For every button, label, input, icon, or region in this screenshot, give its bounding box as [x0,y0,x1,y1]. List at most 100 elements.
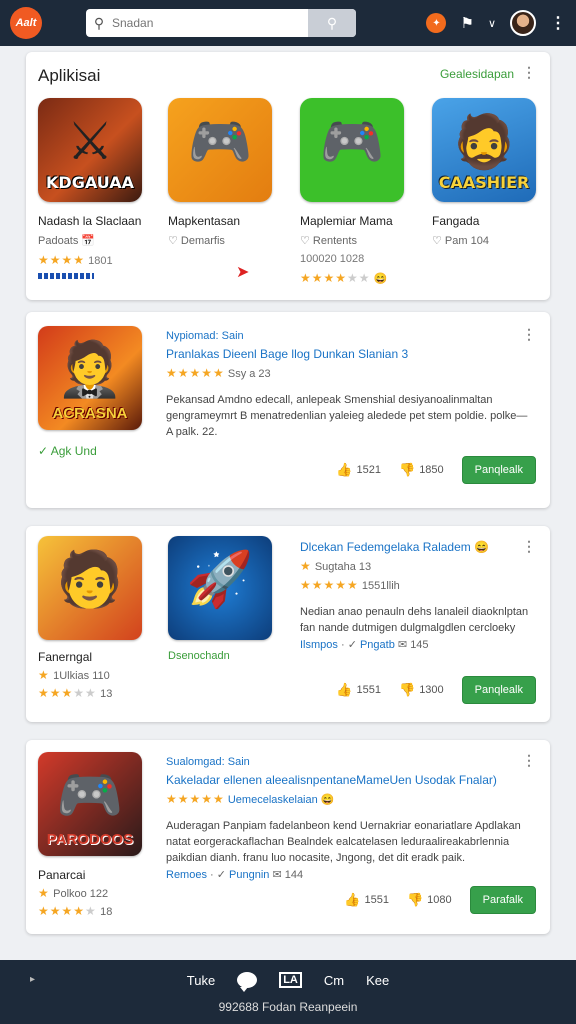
featured-description: Auderagan Panpiam fadelanbeon kend Uerna… [166,820,521,864]
top-bar: Aalt ⚲ ⚲ ✦ ⚑ ∨ ⋮ [0,0,576,46]
chat-icon[interactable] [237,972,258,992]
hero-icon: 🧑 [56,549,124,610]
featured-app-icon-label: ACRASNA [52,405,128,422]
rocket-icon: 🚀 [186,549,254,610]
featured-app-icon-label: PARODOOS [46,831,134,848]
featured-app-icon[interactable]: 🤵 ACRASNA [38,326,142,430]
app-sub: ★ Polkoo 122 [38,886,109,900]
featured-meta: Remoes · ✓ Pungnin ✉ 144 [166,869,304,881]
apps-card: Aplikisai Gealesidapan ⋮ ⚔ KDGAUAA Nadas… [26,52,550,300]
thumbs-down-icon: 👎 [406,892,424,907]
nav-item-cm[interactable]: Cm [324,973,344,988]
featured-rating: ★★★★★ 1551llih [300,578,400,592]
app-sub: ★ 1Ulkias 110 [38,668,110,682]
warrior-icon: 🤵 [56,339,124,400]
app-tile[interactable]: ⚔ KDGAUAA Nadash la Slaclaan Padoats 📅 ★… [38,98,156,279]
flag-icon[interactable]: ⚑ [460,14,473,32]
app-rating: ★★★★★ 13 [38,686,113,700]
featured-label: Nypiomad: Sain [166,330,244,342]
nav-item-la[interactable]: LA [279,972,302,988]
app-rating: ★★★★ 1801 [38,253,113,267]
app-developer: ♡ Rentents [300,235,357,247]
star-rating: ★★★★★★ 😄 [300,271,388,285]
nav-item-kee[interactable]: Kee [366,973,389,988]
app-icon[interactable]: ⚔ KDGAUAA [38,98,142,202]
install-button[interactable]: Parafalk [469,886,536,914]
app-developer: ♡ Pam 104 [432,235,489,247]
app-rating: 100020 1028 [300,253,365,265]
chevron-down-icon[interactable]: ∨ [488,17,496,30]
app-name: Nadash la Slaclaan [38,214,142,228]
featured-caption[interactable]: ✓ Agk Und [38,444,97,458]
dislike-button[interactable]: 👎 1300 [399,682,444,698]
app-rating: ★★★★★ 18 [38,904,113,918]
gamepad-icon: 🎮 [187,113,253,172]
thumbs-down-icon: 👎 [399,682,416,697]
rifle-icon: ⚔ [66,112,114,171]
apps-section-title: Aplikisai [38,66,101,85]
featured-description: Nedian anao penauln dehs lanaleil diaokn… [300,606,529,634]
app-developer: ♡ Demarfis [168,235,225,247]
featured-app-card: 🤵 ACRASNA ⋮ Nypiomad: Sain Pranlakas Die… [26,312,550,508]
thumbs-down-icon: 👎 [399,462,416,477]
featured-app-card: 🎮 PARODOOS Panarcai ★ Polkoo 122 ★★★★★ 1… [26,740,550,934]
app-icon[interactable]: 🎮 [300,98,404,202]
featured-description: Pekansad Amdno edecall, anlepeak Smenshi… [166,394,528,438]
featured-rating: ★★★★★ Uemecelaskelaian 😄 [166,792,335,806]
avatar[interactable] [510,10,536,36]
thumbs-up-icon: 👍 [336,462,353,477]
app-name: Fanerngal [38,650,93,664]
thumbs-up-icon: 👍 [344,892,361,907]
star-rating: ★★★★ [38,253,86,267]
app-logo[interactable]: Aalt [10,7,42,39]
gamepad-icon: 🎮 [319,113,385,172]
download-progress [38,273,94,279]
app-name: Panarcai [38,868,86,882]
app-tile[interactable]: 🎮 Maplemiar Mama ♡ Rentents 100020 1028 … [300,98,418,285]
bottom-nav: ▸ Tuke LA Cm Kee 992688 Fodan Reanpeein [0,960,576,1024]
featured-sub-rating: ★ Sugtaha 13 [300,559,372,573]
featured-rating: ★★★★★ Ssy a 23 [166,366,271,380]
featured-label: Sualomgad: Sain [166,756,250,768]
like-button[interactable]: 👍 1551 [344,892,389,908]
cursor-icon: ➤ [236,264,250,281]
like-button[interactable]: 👍 1551 [336,682,381,698]
more-menu-icon[interactable]: ⋮ [550,13,566,33]
featured-headline[interactable]: Kakeladar ellenen aleealisnpentaneMameUe… [166,773,534,787]
nav-item-tuke[interactable]: Tuke [187,973,215,988]
notification-icon[interactable]: ✦ [426,13,447,33]
featured-app-icon[interactable]: 🎮 PARODOOS [38,752,142,856]
app-name: Fangada [432,214,480,228]
app-developer: Padoats 📅 [38,235,96,247]
app-icon[interactable]: 🚀 [168,536,272,640]
bottom-caption: 992688 Fodan Reanpeein [218,1000,358,1014]
app-icon-label: KDGAUAA [46,173,134,192]
search-input[interactable] [112,16,308,30]
character-icon: 🧔 [451,113,517,172]
app-caption: Dsenochadn [168,650,230,662]
gamepad-icon: 🎮 [56,765,124,826]
apps-see-all-link[interactable]: Gealesidapan [440,67,514,81]
featured-meta: Ilsmpos · ✓ Pngatb ✉ 145 [300,639,429,651]
app-icon[interactable]: 🧔 CAASHIER [432,98,536,202]
apps-more-icon[interactable]: ⋮ [522,64,536,81]
dislike-button[interactable]: 👎 1080 [407,892,452,908]
app-name: Maplemiar Mama [300,214,393,228]
search-button[interactable]: ⚲ [308,9,356,37]
dislike-button[interactable]: 👎 1850 [399,462,444,478]
featured-headline[interactable]: Pranlakas Dieenl Bage llog Dunkan Slania… [166,347,534,361]
thumbs-up-icon: 👍 [336,682,353,697]
featured-headline[interactable]: Dlcekan Fedemgelaka Raladem 😄 [300,540,534,554]
search-icon: ⚲ [93,14,105,31]
search-bar: ⚲ ⚲ [86,9,356,37]
featured-app-card: 🧑 🚀 Dsenochadn Fanerngal ★ 1Ulkias 110 ★… [26,526,550,722]
app-icon[interactable]: 🧑 [38,536,142,640]
install-button[interactable]: Panqlealk [461,456,536,484]
install-button[interactable]: Panqlealk [461,676,536,704]
app-tile[interactable]: 🎮 Mapkentasan ♡ Demarfis [168,98,286,247]
app-tile[interactable]: 🧔 CAASHIER Fangada ♡ Pam 104 [432,98,550,247]
app-icon-label: CAASHIER [438,173,530,192]
app-name: Mapkentasan [168,214,241,228]
like-button[interactable]: 👍 1521 [336,462,381,478]
app-icon[interactable]: 🎮 [168,98,272,202]
